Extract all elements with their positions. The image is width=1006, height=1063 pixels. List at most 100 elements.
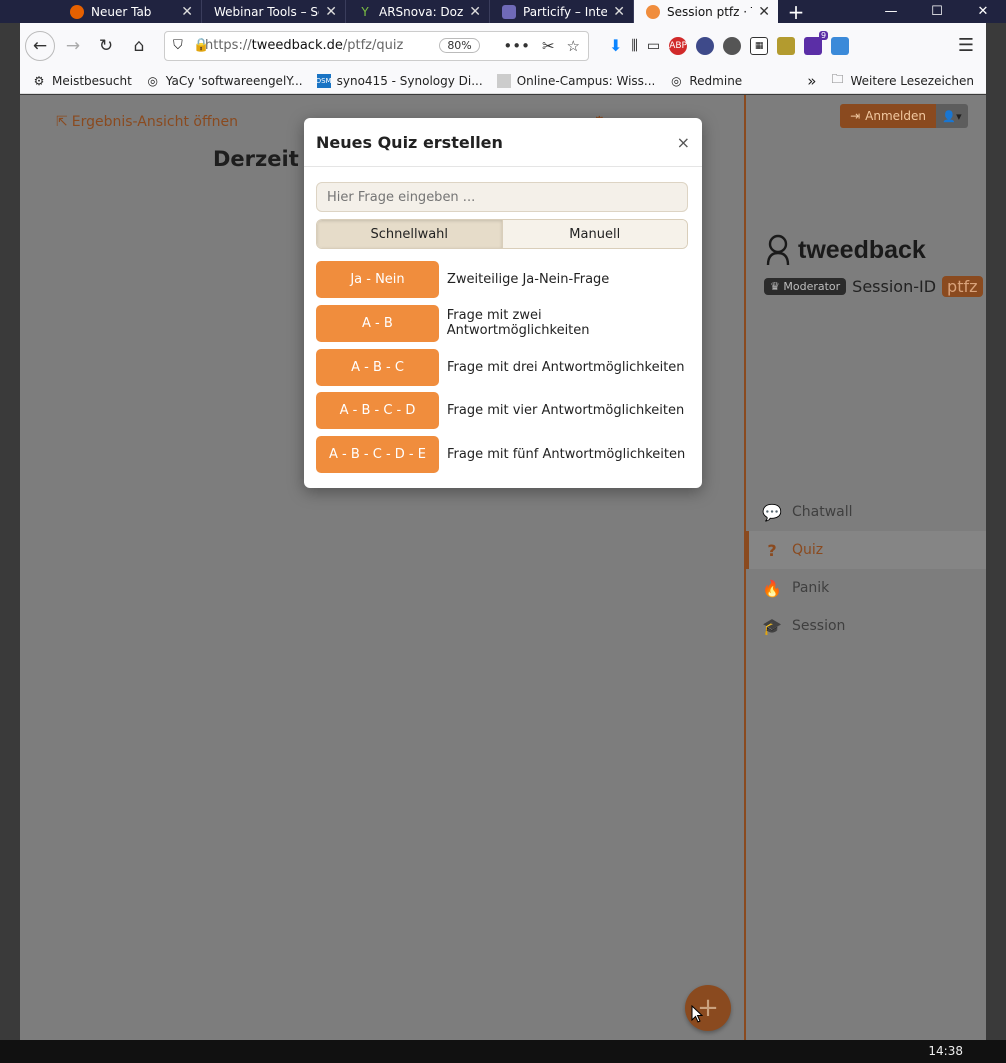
- abc-button[interactable]: A - B - C: [316, 348, 439, 386]
- sidebar-item-quiz[interactable]: ? Quiz: [746, 531, 986, 569]
- home-button[interactable]: ⌂: [124, 31, 154, 61]
- close-icon[interactable]: ✕: [469, 4, 481, 20]
- sidebar-item-label: Chatwall: [792, 504, 853, 520]
- qr-code-icon[interactable]: ▦: [750, 36, 769, 55]
- option-description: Frage mit drei Antwortmöglichkeiten: [447, 359, 685, 375]
- tab-strip-spacer: [0, 0, 58, 23]
- address-bar[interactable]: ⛉ 🔒 https://tweedback.de/ptfz/quiz 80% •…: [164, 30, 589, 61]
- tab-session-ptfz[interactable]: Session ptfz · Tw ✕: [634, 0, 778, 23]
- window-controls: — ☐ ✕: [868, 0, 1006, 23]
- zoom-level[interactable]: 80%: [439, 38, 480, 53]
- external-link-icon: ⇱: [56, 114, 68, 130]
- tab-arsnova[interactable]: Y ARSnova: Dozen ✕: [346, 0, 490, 23]
- screenshot-icon[interactable]: ✂: [542, 37, 555, 55]
- tab-title: Neuer Tab: [91, 4, 152, 19]
- bookmark-redmine[interactable]: ◎ Redmine: [669, 74, 742, 88]
- hamburger-menu-icon[interactable]: ☰: [958, 35, 974, 56]
- list-item: A - B - C Frage mit drei Antwortmöglichk…: [316, 348, 688, 386]
- open-results-label: Ergebnis-Ansicht öffnen: [71, 114, 238, 130]
- sidebar-item-chatwall[interactable]: 💬 Chatwall: [746, 493, 986, 531]
- privacy-icon[interactable]: [696, 36, 715, 55]
- taskbar-clock: 14:38: [928, 1044, 963, 1058]
- modal-close-button[interactable]: ×: [677, 133, 690, 152]
- pencil-ext-icon[interactable]: [777, 36, 796, 55]
- brand: tweedback: [764, 233, 926, 267]
- abcde-button[interactable]: A - B - C - D - E: [316, 436, 439, 474]
- new-tab-button[interactable]: +: [778, 0, 814, 24]
- list-item: A - B - C - D - E Frage mit fünf Antwort…: [316, 436, 688, 474]
- close-icon[interactable]: ✕: [758, 4, 770, 20]
- bookmarks-bar: ⚙ Meistbesucht ◎ YaCy 'softwareengelY... D…: [20, 68, 986, 94]
- mode-segmented-control: Schnellwahl Manuell: [316, 219, 688, 249]
- other-bookmarks-folder[interactable]: 🗀 Weitere Lesezeichen: [830, 72, 974, 88]
- badge-ext-icon[interactable]: 9: [804, 30, 829, 55]
- sidebar-nav: 💬 Chatwall ? Quiz 🔥 Panik 🎓 Session: [746, 493, 986, 645]
- close-icon[interactable]: ✕: [181, 4, 193, 20]
- sidebar-item-session[interactable]: 🎓 Session: [746, 607, 986, 645]
- maximize-icon[interactable]: ☐: [914, 0, 960, 23]
- session-info: ♛ Moderator Session-ID ptfz: [764, 276, 983, 297]
- bookmarks-overflow: » 🗀 Weitere Lesezeichen: [807, 72, 974, 90]
- forward-button[interactable]: →: [58, 31, 88, 61]
- close-icon[interactable]: ✕: [613, 4, 625, 20]
- bookmark-label: Meistbesucht: [52, 73, 132, 88]
- quick-option-list: Ja - Nein Zweiteilige Ja-Nein-Frage A - …: [316, 261, 688, 480]
- bookmark-yacy[interactable]: ◎ YaCy 'softwareengelY...: [146, 74, 303, 88]
- ext-badge-count: 9: [819, 30, 829, 40]
- tab-particify[interactable]: Particify – Intera ✕: [490, 0, 634, 23]
- login-button[interactable]: ⇥ Anmelden: [840, 104, 936, 128]
- more-actions-icon[interactable]: •••: [503, 37, 530, 55]
- tab-title: Session ptfz · Tw: [667, 4, 752, 19]
- url-text: https://tweedback.de/ptfz/quiz: [205, 38, 404, 53]
- tab-schnellwahl[interactable]: Schnellwahl: [317, 220, 503, 248]
- chevron-double-right-icon[interactable]: »: [807, 72, 816, 90]
- globe-ext-icon[interactable]: [723, 36, 742, 55]
- open-results-link[interactable]: ⇱ Ergebnis-Ansicht öffnen: [56, 114, 238, 130]
- minimize-icon[interactable]: —: [868, 0, 914, 23]
- os-taskbar: 14:38: [0, 1040, 1006, 1063]
- back-button[interactable]: ←: [25, 30, 55, 61]
- bookmark-label: Weitere Lesezeichen: [850, 73, 974, 88]
- camera-ext-icon[interactable]: [831, 36, 850, 55]
- fire-icon: 🔥: [762, 578, 782, 598]
- tab-manuell[interactable]: Manuell: [502, 220, 687, 248]
- arsnova-icon: Y: [361, 4, 369, 19]
- tweedback-logo-icon: [766, 234, 790, 266]
- close-window-icon[interactable]: ✕: [960, 0, 1006, 23]
- user-dropdown-button[interactable]: 👤▾: [936, 104, 968, 128]
- bookmark-label: syno415 - Synology Di...: [336, 73, 483, 88]
- tab-title: Particify – Intera: [523, 4, 608, 19]
- bookmark-synology[interactable]: DSM syno415 - Synology Di...: [316, 73, 483, 88]
- extension-icons: ⬇ ⫼ ▭ ABP ▦ 9: [609, 30, 850, 55]
- brand-name: tweedback: [798, 235, 926, 264]
- tab-title: Webinar Tools – Sof: [214, 4, 320, 19]
- yes-no-button[interactable]: Ja - Nein: [316, 261, 439, 298]
- gear-icon: ⚙: [33, 73, 45, 88]
- browser-tab-strip: Neuer Tab ✕ Webinar Tools – Sof ✕ Y ARSn…: [0, 0, 1006, 24]
- bookmark-star-icon[interactable]: ☆: [567, 37, 580, 55]
- option-description: Frage mit zwei Antwortmöglichkeiten: [446, 308, 590, 339]
- bookmark-meistbesucht[interactable]: ⚙ Meistbesucht: [32, 74, 132, 88]
- globe-icon: ◎: [671, 73, 682, 88]
- sidebar-item-label: Panik: [792, 580, 830, 596]
- question-input[interactable]: [316, 182, 688, 212]
- tab-webinar-tools[interactable]: Webinar Tools – Sof ✕: [202, 0, 346, 23]
- download-icon[interactable]: ⬇: [609, 36, 622, 55]
- tab-neuer-tab[interactable]: Neuer Tab ✕: [58, 0, 202, 23]
- browser-toolbar: ← → ↻ ⌂ ⛉ 🔒 https://tweedback.de/ptfz/qu…: [20, 23, 986, 68]
- ab-button[interactable]: A - B: [316, 304, 439, 342]
- list-item: A - B Frage mit zwei Antwortmöglichkeite…: [316, 304, 688, 342]
- sidebar-item-panik[interactable]: 🔥 Panik: [746, 569, 986, 607]
- adblock-icon[interactable]: ABP: [669, 36, 688, 55]
- abcd-button[interactable]: A - B - C - D: [316, 392, 439, 430]
- close-icon[interactable]: ✕: [325, 4, 337, 20]
- reload-button[interactable]: ↻: [91, 31, 121, 61]
- page-icon: [496, 73, 511, 88]
- bookmark-online-campus[interactable]: Online-Campus: Wiss...: [496, 73, 655, 88]
- sidebar-icon[interactable]: ▭: [647, 38, 660, 54]
- bookmark-label: YaCy 'softwareengelY...: [165, 73, 303, 88]
- dsm-icon: DSM: [316, 73, 332, 88]
- main-content: ⇱ Ergebnis-Ansicht öffnen ⚙ Derzeit is +…: [20, 95, 744, 1040]
- list-item: Ja - Nein Zweiteilige Ja-Nein-Frage: [316, 261, 688, 298]
- library-icon[interactable]: ⫼: [631, 38, 637, 54]
